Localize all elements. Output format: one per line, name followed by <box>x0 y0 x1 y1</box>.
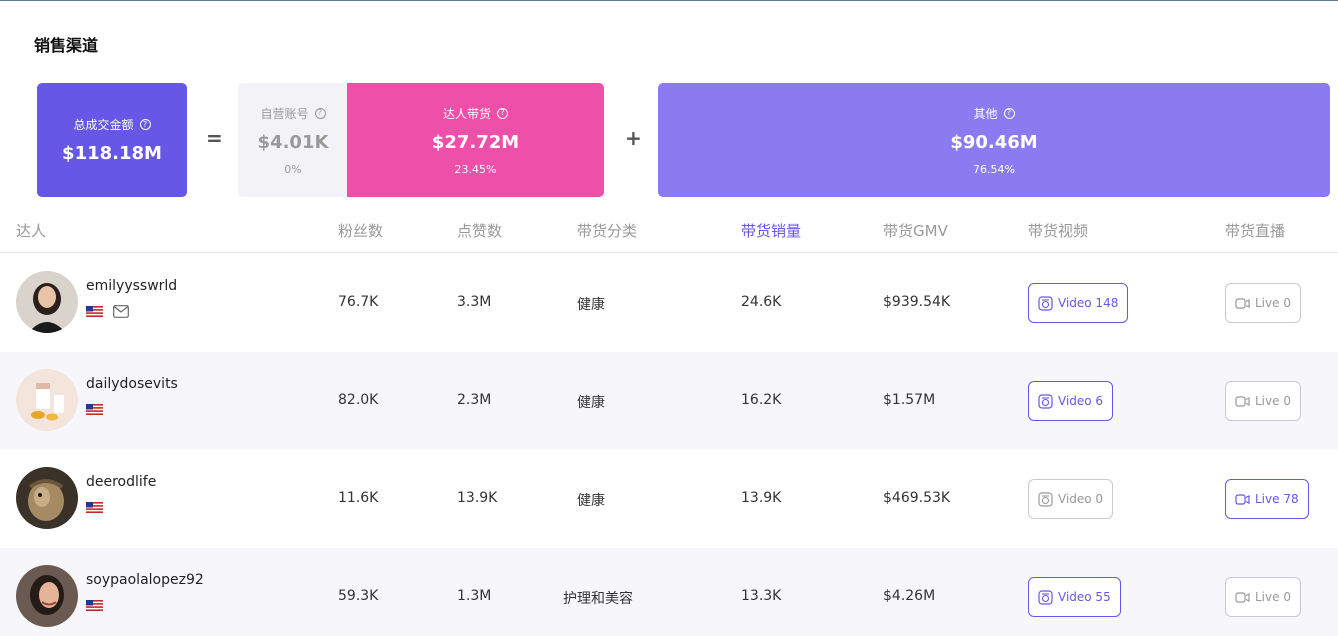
video-count: Video 0 <box>1058 492 1104 506</box>
table-row[interactable]: dailydosevits 82.0K 2.3M 健康 16.2K $1.57M… <box>0 352 1338 450</box>
total-gmv-value: $118.18M <box>62 143 162 164</box>
gmv-value: $4.26M <box>883 588 936 604</box>
video-icon <box>1038 589 1053 605</box>
col-likes[interactable]: 点赞数 <box>457 220 502 241</box>
col-creator[interactable]: 达人 <box>16 220 46 241</box>
likes-value: 3.3M <box>457 294 492 310</box>
live-count: Live 0 <box>1255 590 1291 604</box>
table-row[interactable]: deerodlife 11.6K 13.9K 健康 13.9K $469.53K… <box>0 450 1338 548</box>
col-videos[interactable]: 带货视频 <box>1028 220 1088 241</box>
category-value: 健康 <box>577 395 605 411</box>
help-icon[interactable]: ? <box>139 119 151 130</box>
video-count: Video 6 <box>1058 394 1104 408</box>
gmv-value: $469.53K <box>883 490 951 506</box>
col-sales[interactable]: 带货销量 <box>741 220 801 241</box>
avatar[interactable] <box>16 271 78 333</box>
video-button[interactable]: Video 6 <box>1028 381 1114 421</box>
live-camera-icon <box>1235 395 1250 407</box>
other-card: 其他? $90.46M 76.54% <box>658 83 1330 197</box>
plus-sign: + <box>625 126 642 150</box>
live-count: Live 78 <box>1255 492 1299 506</box>
category-value: 护理和美容 <box>563 591 633 607</box>
sales-value: 16.2K <box>741 392 782 408</box>
gmv-value: $939.54K <box>883 294 951 310</box>
sales-value: 24.6K <box>741 294 782 310</box>
self-account-card: 自营账号? $4.01K 0% <box>238 83 348 197</box>
section-title: 销售渠道 <box>34 36 99 55</box>
live-button[interactable]: Live 0 <box>1225 283 1301 323</box>
help-icon[interactable]: ? <box>497 107 508 119</box>
creator-name[interactable]: emilyysswrld <box>86 278 177 294</box>
top-divider <box>0 0 1338 1</box>
us-flag-icon <box>86 404 103 415</box>
us-flag-icon <box>86 306 103 317</box>
self-account-label: 自营账号 <box>260 106 309 121</box>
total-gmv-label: 总成交金额 <box>73 118 134 132</box>
kol-label: 达人带货 <box>442 106 491 121</box>
table-row[interactable]: soypaolalopez92 59.3K 1.3M 护理和美容 13.3K $… <box>0 548 1338 636</box>
creator-name[interactable]: dailydosevits <box>86 376 178 392</box>
total-gmv-card: 总成交金额? $118.18M <box>37 83 187 197</box>
other-value: $90.46M <box>950 131 1038 153</box>
avatar[interactable] <box>16 467 78 529</box>
followers-value: 76.7K <box>338 294 379 310</box>
kol-value: $27.72M <box>431 131 520 153</box>
avatar[interactable] <box>16 369 78 431</box>
sales-value: 13.9K <box>741 490 782 506</box>
video-count: Video 55 <box>1058 590 1111 604</box>
likes-value: 2.3M <box>457 392 492 408</box>
table-header: 达人 粉丝数 点赞数 带货分类 带货销量 带货GMV 带货视频 带货直播 <box>0 210 1338 253</box>
col-category: 带货分类 <box>577 222 638 240</box>
followers-value: 82.0K <box>338 392 379 408</box>
category-value: 健康 <box>577 493 605 509</box>
equals-sign: = <box>206 126 223 150</box>
live-button[interactable]: Live 0 <box>1225 381 1301 421</box>
creator-name[interactable]: deerodlife <box>86 474 156 490</box>
video-icon <box>1038 295 1053 311</box>
sales-value: 13.3K <box>741 588 782 604</box>
video-button[interactable]: Video 0 <box>1028 479 1114 519</box>
help-icon[interactable]: ? <box>314 107 326 119</box>
likes-value: 13.9K <box>457 490 498 506</box>
kol-card: 达人带货? $27.72M 23.45% <box>347 83 604 197</box>
self-account-percent: 0% <box>284 162 302 176</box>
other-percent: 76.54% <box>973 162 1015 176</box>
likes-value: 1.3M <box>457 588 492 604</box>
live-count: Live 0 <box>1255 296 1291 310</box>
creator-name[interactable]: soypaolalopez92 <box>86 572 204 588</box>
other-label: 其他 <box>973 106 998 121</box>
live-camera-icon <box>1235 493 1250 505</box>
category-value: 健康 <box>577 297 605 313</box>
live-camera-icon <box>1235 591 1250 603</box>
followers-value: 59.3K <box>338 588 379 604</box>
video-button[interactable]: Video 148 <box>1028 283 1129 323</box>
live-camera-icon <box>1235 297 1250 309</box>
col-gmv[interactable]: 带货GMV <box>883 220 948 241</box>
self-account-value: $4.01K <box>257 131 329 153</box>
col-live[interactable]: 带货直播 <box>1225 220 1285 241</box>
live-count: Live 0 <box>1255 394 1291 408</box>
us-flag-icon <box>86 502 103 513</box>
col-followers[interactable]: 粉丝数 <box>338 220 383 241</box>
followers-value: 11.6K <box>338 490 379 506</box>
envelope-icon[interactable] <box>113 305 129 318</box>
video-icon <box>1038 491 1053 507</box>
us-flag-icon <box>86 600 103 611</box>
table-row[interactable]: emilyysswrld 76.7K 3.3M 健康 24.6K $939.54… <box>0 254 1338 352</box>
video-count: Video 148 <box>1058 296 1119 310</box>
kol-percent: 23.45% <box>454 162 497 176</box>
live-button[interactable]: Live 0 <box>1225 577 1301 617</box>
help-icon[interactable]: ? <box>1003 107 1015 119</box>
live-button[interactable]: Live 78 <box>1225 479 1309 519</box>
gmv-value: $1.57M <box>883 392 936 408</box>
video-icon <box>1038 393 1053 409</box>
avatar[interactable] <box>16 565 78 627</box>
video-button[interactable]: Video 55 <box>1028 577 1121 617</box>
